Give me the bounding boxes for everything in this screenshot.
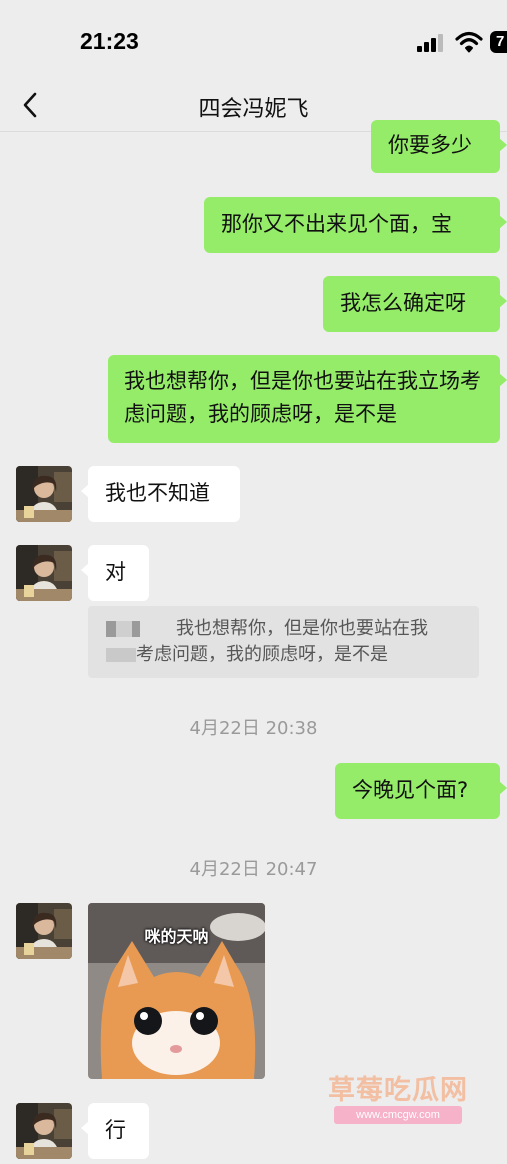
avatar[interactable] (16, 1103, 72, 1159)
status-bar: 21:23 7 (0, 0, 507, 80)
message-text: 行 (105, 1118, 126, 1142)
message-outgoing[interactable]: 今晚见个面? (335, 763, 507, 819)
quote-sender-redacted (106, 621, 148, 637)
status-time: 21:23 (80, 28, 139, 54)
sticker-kitten[interactable]: 咪的天呐 (88, 903, 265, 1079)
message-text: 对 (105, 560, 126, 584)
message-outgoing[interactable]: 那你又不出来见个面，宝 (204, 197, 507, 253)
message-outgoing[interactable]: 我也想帮你，但是你也要站在我立场考虑问题，我的顾虑呀，是不是 (108, 355, 507, 443)
message-outgoing[interactable]: 你要多少 (371, 120, 507, 173)
message-text: 我也想帮你，但是你也要站在我立场考虑问题，我的顾虑呀，是不是 (124, 369, 481, 426)
quote-text-line-2: 考虑问题，我的顾虑呀，是不是 (136, 644, 388, 665)
chat-title: 四会冯妮飞 (198, 97, 309, 122)
message-text: 今晚见个面? (352, 778, 469, 802)
signal-icon (417, 34, 445, 52)
message-text: 你要多少 (388, 133, 472, 157)
message-incoming[interactable]: 行 (81, 1103, 149, 1159)
quote-text-line-1: 我也想帮你，但是你也要站在我 (176, 618, 428, 639)
avatar[interactable] (16, 545, 72, 601)
watermark: 草莓吃瓜网 www.cmcgw.com (318, 1068, 478, 1128)
quote-redacted-mark (106, 648, 136, 662)
avatar[interactable] (16, 903, 72, 959)
watermark-text: 草莓吃瓜网 (328, 1075, 468, 1106)
message-incoming[interactable]: 对 (81, 545, 149, 601)
message-text: 那你又不出来见个面，宝 (221, 212, 452, 236)
message-incoming[interactable]: 我也不知道 (81, 466, 240, 522)
wifi-icon (455, 31, 483, 53)
chat-screen: 21:23 7 四会冯妮飞 你要多少 那你又不出来见个面，宝 我怎么确定呀 我也… (0, 0, 507, 1164)
message-text: 我也不知道 (105, 481, 210, 505)
message-text: 我怎么确定呀 (340, 291, 466, 315)
quoted-message[interactable]: 我也想帮你，但是你也要站在我 考虑问题，我的顾虑呀，是不是 (88, 606, 479, 678)
sticker-caption: 咪的天呐 (144, 927, 209, 946)
battery-icon: 7 (490, 31, 507, 53)
avatar[interactable] (16, 466, 72, 522)
timestamp: 4月22日 20:47 (189, 859, 318, 880)
timestamp: 4月22日 20:38 (189, 718, 318, 739)
watermark-url: www.cmcgw.com (334, 1106, 462, 1124)
message-outgoing[interactable]: 我怎么确定呀 (323, 276, 507, 332)
